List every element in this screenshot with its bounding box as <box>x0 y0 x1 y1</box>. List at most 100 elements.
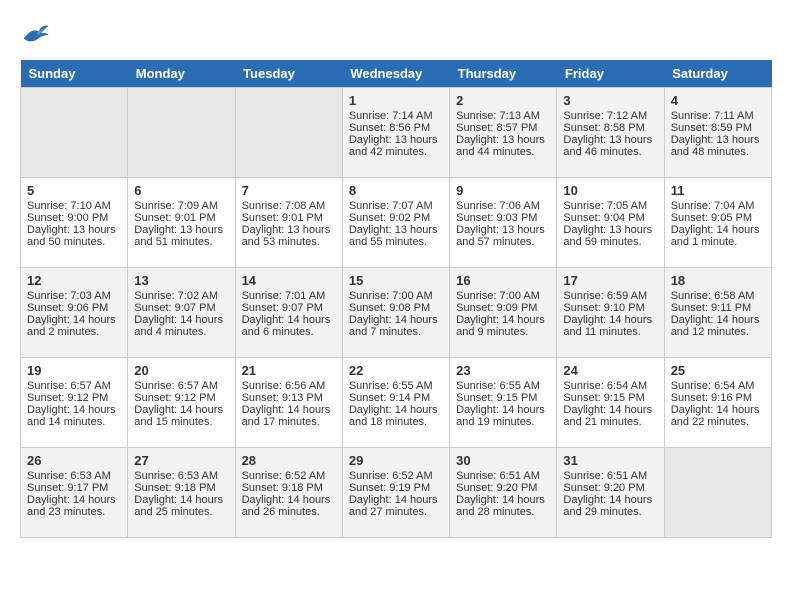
cell-info: Sunrise: 6:59 AM <box>563 290 657 302</box>
cell-info: Sunset: 9:18 PM <box>242 482 336 494</box>
day-number: 31 <box>563 453 657 468</box>
calendar-cell: 20Sunrise: 6:57 AMSunset: 9:12 PMDayligh… <box>128 358 235 448</box>
day-number: 25 <box>671 363 765 378</box>
cell-info: Sunrise: 7:08 AM <box>242 200 336 212</box>
cell-info: Sunset: 9:01 PM <box>134 212 228 224</box>
cell-info: Sunrise: 6:58 AM <box>671 290 765 302</box>
cell-info: Daylight: 14 hours and 27 minutes. <box>349 494 443 518</box>
calendar-cell: 29 Sunrise: 6:52 AMSunset: 9:19 PMDayligh… <box>342 448 449 538</box>
cell-info: Sunset: 9:15 PM <box>563 392 657 404</box>
calendar-cell: 10Sunrise: 7:05 AMSunset: 9:04 PMDayligh… <box>557 178 664 268</box>
cell-info: Daylight: 13 hours and 51 minutes. <box>134 224 228 248</box>
calendar-cell: 30Sunrise: 6:51 AMSunset: 9:20 PMDayligh… <box>450 448 557 538</box>
cell-info: Daylight: 14 hours and 9 minutes. <box>456 314 550 338</box>
calendar-cell: 6Sunrise: 7:09 AMSunset: 9:01 PMDaylight… <box>128 178 235 268</box>
cell-info: Sunset: 9:19 PM <box>349 482 443 494</box>
cell-info: Sunset: 8:58 PM <box>563 122 657 134</box>
day-number: 27 <box>134 453 228 468</box>
cell-info: Sunrise: 7:05 AM <box>563 200 657 212</box>
day-number: 5 <box>27 183 121 198</box>
cell-info: Sunrise: 6:53 AM <box>27 470 121 482</box>
cell-info: Sunrise: 7:06 AM <box>456 200 550 212</box>
calendar-body: 1Sunrise: 7:14 AMSunset: 8:56 PMDaylight… <box>21 88 772 538</box>
cell-info: Daylight: 14 hours and 25 minutes. <box>134 494 228 518</box>
cell-info: Sunrise: 6:51 AM <box>456 470 550 482</box>
cell-info: Sunrise: 7:01 AM <box>242 290 336 302</box>
week-row: 12Sunrise: 7:03 AMSunset: 9:06 PMDayligh… <box>21 268 772 358</box>
day-number: 2 <box>456 93 550 108</box>
calendar-cell <box>235 88 342 178</box>
day-number: 20 <box>134 363 228 378</box>
calendar-cell: 1Sunrise: 7:14 AMSunset: 8:56 PMDaylight… <box>342 88 449 178</box>
cell-info: Sunrise: 6:54 AM <box>671 380 765 392</box>
cell-info: Daylight: 13 hours and 55 minutes. <box>349 224 443 248</box>
cell-info: Sunset: 9:12 PM <box>27 392 121 404</box>
day-number: 26 <box>27 453 121 468</box>
cell-info: Daylight: 14 hours and 23 minutes. <box>27 494 121 518</box>
cell-info: Sunrise: 7:14 AM <box>349 110 443 122</box>
day-number: 18 <box>671 273 765 288</box>
day-number: 24 <box>563 363 657 378</box>
calendar-cell: 27Sunrise: 6:53 AMSunset: 9:18 PMDayligh… <box>128 448 235 538</box>
day-number: 11 <box>671 183 765 198</box>
cell-info: Sunrise: 6:55 AM <box>349 380 443 392</box>
cell-info: Sunset: 9:02 PM <box>349 212 443 224</box>
cell-info: Sunset: 9:07 PM <box>242 302 336 314</box>
calendar-cell: 8 Sunrise: 7:07 AMSunset: 9:02 PMDaylight… <box>342 178 449 268</box>
day-number: 14 <box>242 273 336 288</box>
cell-info: Daylight: 14 hours and 17 minutes. <box>242 404 336 428</box>
cell-info: Sunset: 9:13 PM <box>242 392 336 404</box>
day-number: 4 <box>671 93 765 108</box>
calendar-cell: 11Sunrise: 7:04 AMSunset: 9:05 PMDayligh… <box>664 178 771 268</box>
cell-info: Sunset: 9:10 PM <box>563 302 657 314</box>
day-number: 19 <box>27 363 121 378</box>
cell-info: Daylight: 14 hours and 14 minutes. <box>27 404 121 428</box>
calendar-cell: 15Sunrise: 7:00 AMSunset: 9:08 PMDayligh… <box>342 268 449 358</box>
page-header <box>20 20 772 50</box>
cell-info: Sunset: 9:18 PM <box>134 482 228 494</box>
day-number: 12 <box>27 273 121 288</box>
cell-info: Sunrise: 7:11 AM <box>671 110 765 122</box>
calendar-cell: 12Sunrise: 7:03 AMSunset: 9:06 PMDayligh… <box>21 268 128 358</box>
logo <box>20 20 56 50</box>
day-number: 9 <box>456 183 550 198</box>
cell-info: Sunset: 9:00 PM <box>27 212 121 224</box>
calendar-cell: 28Sunrise: 6:52 AMSunset: 9:18 PMDayligh… <box>235 448 342 538</box>
cell-info: Daylight: 14 hours and 15 minutes. <box>134 404 228 428</box>
calendar-cell: 9Sunrise: 7:06 AMSunset: 9:03 PMDaylight… <box>450 178 557 268</box>
cell-info: Sunset: 9:03 PM <box>456 212 550 224</box>
week-row: 1Sunrise: 7:14 AMSunset: 8:56 PMDaylight… <box>21 88 772 178</box>
week-row: 19Sunrise: 6:57 AMSunset: 9:12 PMDayligh… <box>21 358 772 448</box>
day-number: 29 <box>349 453 443 468</box>
cell-info: Sunrise: 7:07 AM <box>349 200 443 212</box>
day-number: 10 <box>563 183 657 198</box>
week-row: 5 Sunrise: 7:10 AMSunset: 9:00 PM Daylight… <box>21 178 772 268</box>
day-number: 13 <box>134 273 228 288</box>
calendar-table: SundayMondayTuesdayWednesdayThursdayFrid… <box>20 60 772 538</box>
cell-info: Sunrise: 6:57 AM <box>27 380 121 392</box>
week-row: 26Sunrise: 6:53 AMSunset: 9:17 PMDayligh… <box>21 448 772 538</box>
day-number: 8 <box>349 183 443 198</box>
cell-info: Daylight: 14 hours and 29 minutes. <box>563 494 657 518</box>
header-tuesday: Tuesday <box>235 60 342 88</box>
logo-bird-icon <box>20 20 50 50</box>
cell-info: Sunrise: 7:10 AM <box>27 200 121 212</box>
cell-info: Daylight: 14 hours and 19 minutes. <box>456 404 550 428</box>
calendar-cell: 14Sunrise: 7:01 AMSunset: 9:07 PMDayligh… <box>235 268 342 358</box>
cell-info: Sunset: 9:07 PM <box>134 302 228 314</box>
day-number: 23 <box>456 363 550 378</box>
cell-info: Daylight: 13 hours and 44 minutes. <box>456 134 550 158</box>
cell-info: Sunrise: 6:51 AM <box>563 470 657 482</box>
calendar-cell <box>664 448 771 538</box>
cell-info: Sunset: 9:09 PM <box>456 302 550 314</box>
calendar-cell: 17Sunrise: 6:59 AMSunset: 9:10 PMDayligh… <box>557 268 664 358</box>
cell-info: Sunrise: 6:57 AM <box>134 380 228 392</box>
cell-info: Sunrise: 7:02 AM <box>134 290 228 302</box>
cell-info: Sunset: 9:14 PM <box>349 392 443 404</box>
cell-info: Sunrise: 6:52 AM <box>349 470 443 482</box>
cell-info: Sunset: 9:15 PM <box>456 392 550 404</box>
day-number: 21 <box>242 363 336 378</box>
cell-info: Sunrise: 7:04 AM <box>671 200 765 212</box>
header-row: SundayMondayTuesdayWednesdayThursdayFrid… <box>21 60 772 88</box>
calendar-cell: 16Sunrise: 7:00 AMSunset: 9:09 PMDayligh… <box>450 268 557 358</box>
